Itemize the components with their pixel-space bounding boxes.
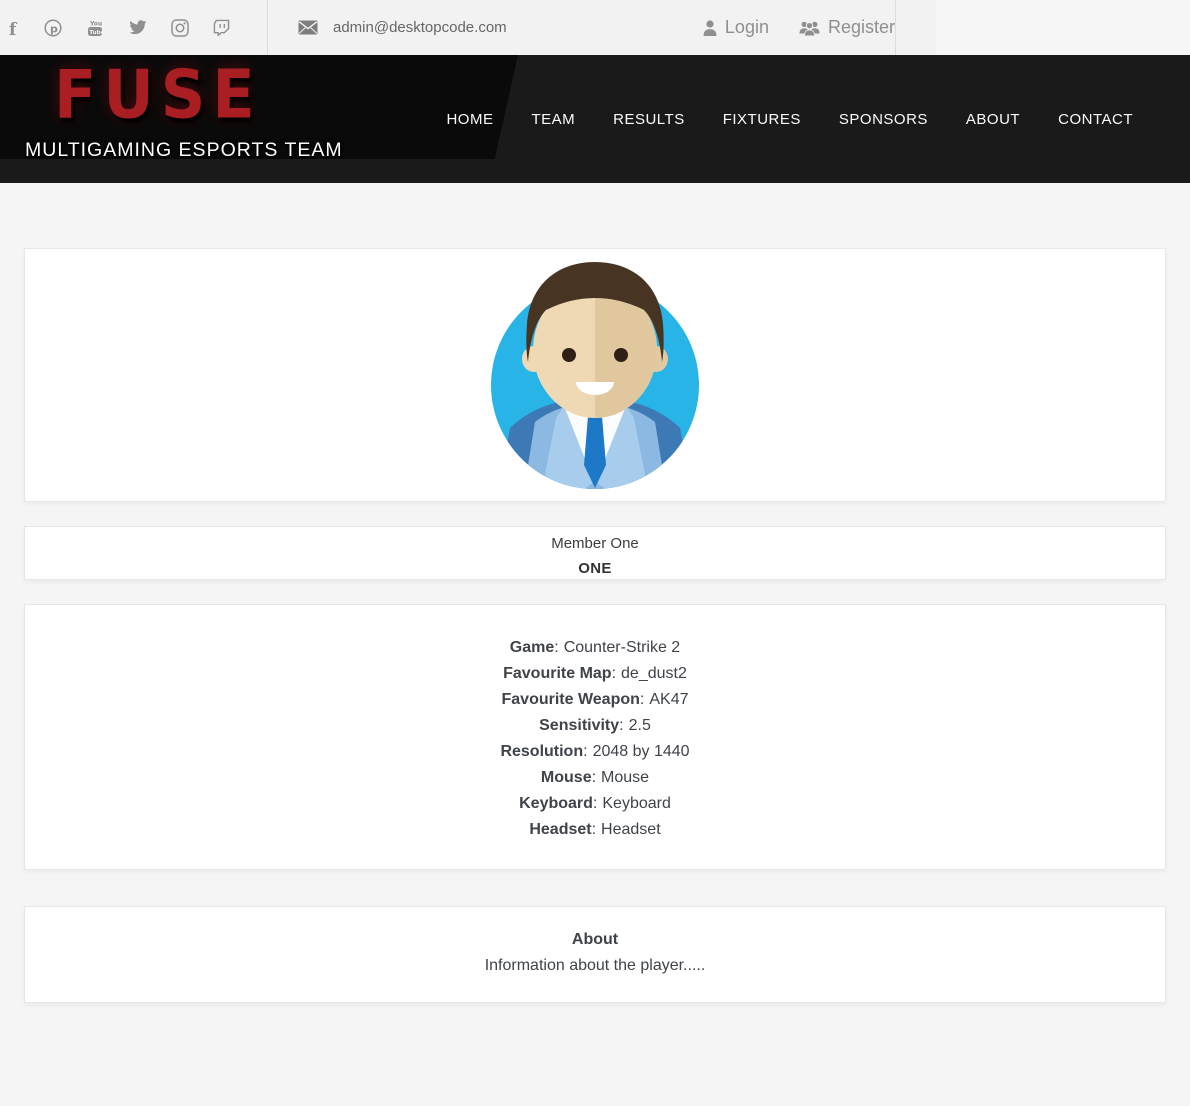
- member-name-card: Member One ONE: [24, 526, 1166, 580]
- register-link[interactable]: Register: [799, 17, 895, 38]
- social-link-pinterest[interactable]: p: [44, 19, 62, 37]
- about-text: Information about the player.....: [25, 953, 1165, 979]
- nav-item-home[interactable]: HOME: [446, 111, 493, 128]
- instagram-icon: [171, 19, 189, 37]
- site-header: FUSE MULTIGAMING ESPORTS TEAM HOME TEAM …: [0, 55, 1190, 183]
- social-link-youtube[interactable]: You Tube: [86, 19, 104, 37]
- login-label: Login: [725, 17, 769, 38]
- member-tag: ONE: [25, 556, 1165, 581]
- topbar-right-spacer: [936, 0, 1190, 55]
- stat-row-sensitivity: Sensitivity:2.5: [25, 713, 1165, 739]
- logo-text: FUSE: [54, 55, 262, 134]
- social-link-facebook[interactable]: f: [8, 19, 20, 37]
- stat-row-keyboard: Keyboard:Keyboard: [25, 791, 1165, 817]
- login-link[interactable]: Login: [703, 17, 769, 38]
- nav-item-team[interactable]: TEAM: [531, 111, 575, 128]
- auth-links: Login Register: [703, 0, 895, 55]
- envelope-icon: [298, 20, 318, 35]
- svg-text:Tube: Tube: [89, 29, 104, 35]
- nav-item-results[interactable]: RESULTS: [613, 111, 685, 128]
- social-link-twitter[interactable]: [128, 20, 147, 36]
- avatar-card: [24, 248, 1166, 502]
- stat-row-game: Game:Counter-Strike 2: [25, 635, 1165, 661]
- nav-item-fixtures[interactable]: FIXTURES: [723, 111, 801, 128]
- twitter-icon: [128, 20, 147, 36]
- social-link-twitch[interactable]: [213, 19, 230, 37]
- nav-item-sponsors[interactable]: SPONSORS: [839, 111, 928, 128]
- social-icons-row: f p You Tube: [0, 0, 267, 55]
- main-content: Member One ONE Game:Counter-Strike 2 Fav…: [0, 183, 1190, 1106]
- twitch-icon: [213, 19, 230, 37]
- about-title: About: [25, 927, 1165, 953]
- youtube-icon: You Tube: [86, 19, 104, 37]
- member-stats-card: Game:Counter-Strike 2 Favourite Map:de_d…: [24, 604, 1166, 870]
- user-icon: [703, 20, 717, 36]
- logo-subtitle: MULTIGAMING ESPORTS TEAM: [25, 139, 343, 162]
- register-label: Register: [828, 17, 895, 38]
- topbar-divider-right: [895, 0, 896, 55]
- stat-row-headset: Headset:Headset: [25, 817, 1165, 843]
- top-utility-bar: f p You Tube admin@desktopcode.com Login …: [0, 0, 1190, 55]
- stat-row-favourite-map: Favourite Map:de_dust2: [25, 661, 1165, 687]
- nav-item-about[interactable]: ABOUT: [966, 111, 1020, 128]
- stat-row-favourite-weapon: Favourite Weapon:AK47: [25, 687, 1165, 713]
- facebook-icon: f: [8, 19, 20, 37]
- pinterest-icon: p: [44, 19, 62, 37]
- about-card: About Information about the player.....: [24, 906, 1166, 1003]
- svg-text:You: You: [89, 20, 102, 27]
- member-name: Member One: [25, 531, 1165, 556]
- stat-row-mouse: Mouse:Mouse: [25, 765, 1165, 791]
- users-icon: [799, 20, 820, 36]
- nav-item-contact[interactable]: CONTACT: [1058, 111, 1133, 128]
- contact-email: admin@desktopcode.com: [268, 0, 507, 55]
- stat-row-resolution: Resolution:2048 by 1440: [25, 739, 1165, 765]
- svg-text:f: f: [9, 20, 18, 37]
- social-link-instagram[interactable]: [171, 19, 189, 37]
- site-logo[interactable]: FUSE MULTIGAMING ESPORTS TEAM: [0, 55, 518, 159]
- svg-text:p: p: [50, 22, 58, 35]
- main-nav: HOME TEAM RESULTS FIXTURES SPONSORS ABOU…: [446, 55, 1133, 183]
- email-text[interactable]: admin@desktopcode.com: [333, 19, 507, 36]
- member-avatar: [490, 260, 700, 490]
